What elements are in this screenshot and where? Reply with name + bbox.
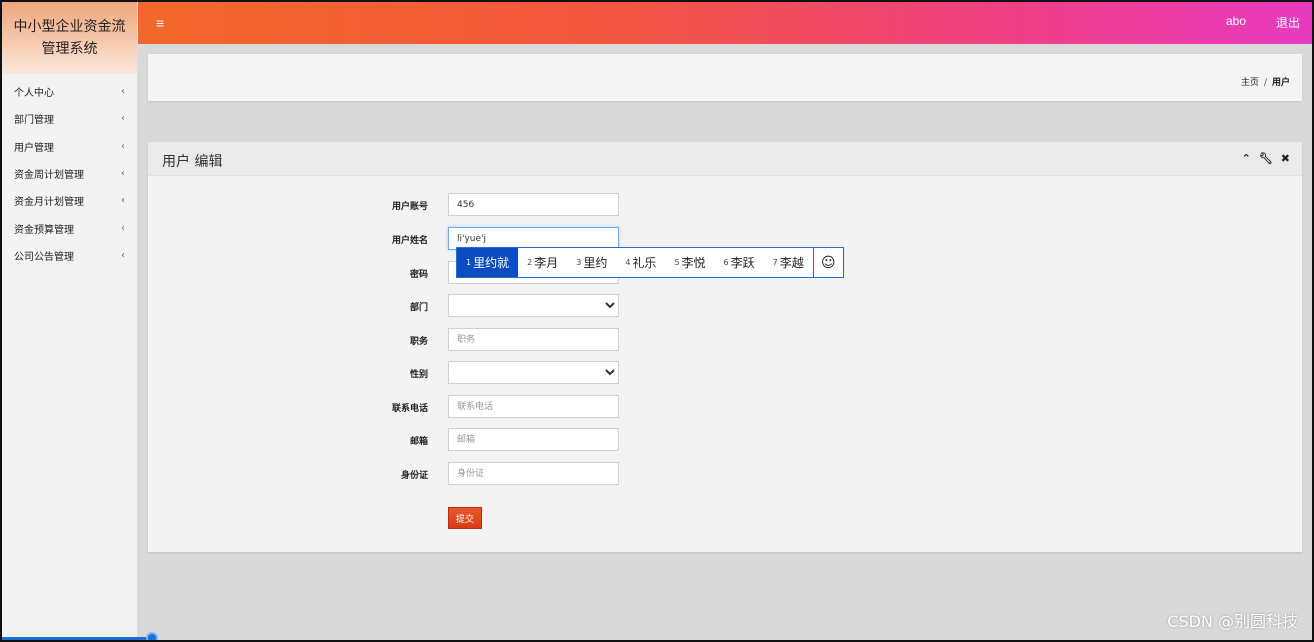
- sidebar-item-label: 资金预算管理: [14, 224, 74, 236]
- ime-candidate-text: 礼乐: [632, 256, 657, 270]
- chevron-left-icon: ‹: [121, 249, 125, 261]
- ime-candidate-text: 李跃: [730, 256, 755, 270]
- sidebar-item-label: 部门管理: [14, 115, 54, 127]
- password-label: 密码: [409, 270, 428, 280]
- brand-header: 中小型企业资金流管理系统: [2, 2, 137, 74]
- ime-candidate-number: 5: [674, 258, 680, 267]
- account-input[interactable]: [448, 193, 619, 216]
- ime-candidate-text: 李月: [534, 256, 559, 270]
- ime-candidate-bar: 1 里约就 2 李月 3 里约 4 礼乐 5 李悦 6 李跃 7 李越 ☺: [456, 247, 844, 278]
- ime-candidate[interactable]: 1 里约就: [457, 248, 519, 277]
- sidebar-item-monthly-plan[interactable]: 资金月计划管理 ‹: [2, 187, 137, 214]
- chevron-left-icon: ‹: [121, 86, 125, 98]
- top-navbar: ≡ abo 退出: [138, 2, 1312, 44]
- name-label: 用户姓名: [391, 236, 428, 246]
- ime-candidate[interactable]: 4 礼乐: [616, 248, 665, 277]
- sidebar-item-announcements[interactable]: 公司公告管理 ‹: [2, 242, 137, 269]
- form-row-department: 部门: [148, 294, 1302, 318]
- form-row-email: 邮箱: [148, 428, 1302, 452]
- sidebar-item-label: 公司公告管理: [14, 251, 74, 263]
- form-row-phone: 联系电话: [148, 395, 1302, 419]
- gender-select[interactable]: [448, 361, 619, 384]
- phone-label: 联系电话: [391, 404, 428, 414]
- email-input[interactable]: [448, 428, 619, 451]
- video-progress-handle[interactable]: [146, 632, 158, 640]
- id-card-label: 身份证: [400, 471, 428, 481]
- breadcrumb-current: 用户: [1271, 78, 1290, 88]
- ime-candidate[interactable]: 5 李悦: [665, 248, 714, 277]
- chevron-left-icon: ‹: [121, 140, 125, 152]
- form-row-id-card: 身份证: [148, 462, 1302, 486]
- sidebar-item-personal-center[interactable]: 个人中心 ‹: [2, 78, 137, 105]
- close-icon[interactable]: ✖: [1281, 152, 1290, 165]
- sidebar-item-label: 资金月计划管理: [14, 197, 84, 209]
- breadcrumb-separator: /: [1263, 78, 1267, 88]
- ime-candidate[interactable]: 3 里约: [567, 248, 616, 277]
- watermark: CSDN @别圆科技: [1167, 612, 1298, 631]
- breadcrumb: 主页 / 用户: [1241, 75, 1290, 88]
- ime-candidate-number: 4: [625, 258, 631, 267]
- id-card-input[interactable]: [448, 462, 619, 485]
- sidebar-item-label: 用户管理: [14, 142, 54, 154]
- edit-panel: 用户 编辑 ⌃ 🔧︎ ✖ 用户账号 用户姓名 密码 部门 职务: [148, 142, 1302, 552]
- account-label: 用户账号: [391, 202, 428, 212]
- sidebar-item-budget[interactable]: 资金预算管理 ‹: [2, 214, 137, 241]
- submit-button[interactable]: 提交: [448, 507, 482, 529]
- panel-title: 用户 编辑: [162, 154, 223, 170]
- collapse-icon[interactable]: ⌃: [1242, 152, 1251, 165]
- logout-link[interactable]: 退出: [1276, 14, 1300, 31]
- ime-candidate-text: 李越: [779, 256, 804, 270]
- form-row-account: 用户账号: [148, 193, 1302, 217]
- ime-candidate-number: 2: [527, 258, 533, 267]
- menu-toggle-icon[interactable]: ≡: [156, 15, 164, 31]
- gender-label: 性别: [409, 370, 428, 380]
- ime-candidate[interactable]: 2 李月: [518, 248, 567, 277]
- form-row-gender: 性别: [148, 361, 1302, 385]
- ime-candidate-number: 7: [772, 258, 778, 267]
- form-row-position: 职务: [148, 328, 1302, 352]
- phone-input[interactable]: [448, 395, 619, 418]
- current-user[interactable]: abo: [1226, 14, 1246, 28]
- ime-candidate[interactable]: 7 李越: [764, 248, 813, 277]
- wrench-icon[interactable]: 🔧︎: [1259, 152, 1273, 165]
- ime-candidate-number: 6: [723, 258, 729, 267]
- ime-candidate-number: 1: [466, 258, 472, 267]
- emoji-icon[interactable]: ☺: [812, 248, 843, 277]
- position-label: 职务: [409, 337, 428, 347]
- chevron-left-icon: ‹: [121, 195, 125, 207]
- ime-candidate-text: 里约: [583, 256, 608, 270]
- ime-candidate[interactable]: 6 李跃: [715, 248, 764, 277]
- chevron-left-icon: ‹: [121, 168, 125, 180]
- breadcrumb-panel: 主页 / 用户: [148, 54, 1302, 101]
- breadcrumb-home[interactable]: 主页: [1241, 78, 1259, 88]
- video-progress-bar[interactable]: [2, 637, 152, 640]
- position-input[interactable]: [448, 328, 619, 351]
- panel-tools: ⌃ 🔧︎ ✖: [1242, 152, 1290, 165]
- sidebar-item-weekly-plan[interactable]: 资金周计划管理 ‹: [2, 160, 137, 187]
- app-window: 中小型企业资金流管理系统 个人中心 ‹ 部门管理 ‹ 用户管理 ‹ 资金周计划管理 ‹ …: [2, 2, 1312, 640]
- panel-header: 用户 编辑 ⌃ 🔧︎ ✖: [148, 142, 1302, 176]
- department-select[interactable]: [448, 294, 619, 317]
- chevron-left-icon: ‹: [121, 222, 125, 234]
- email-label: 邮箱: [409, 437, 428, 447]
- chevron-left-icon: ‹: [121, 113, 125, 125]
- sidebar-item-label: 资金周计划管理: [14, 170, 84, 182]
- sidebar-menu: 个人中心 ‹ 部门管理 ‹ 用户管理 ‹ 资金周计划管理 ‹ 资金月计划管理 ‹ 资金预算…: [2, 78, 137, 269]
- ime-candidate-number: 3: [576, 258, 582, 267]
- sidebar-item-department[interactable]: 部门管理 ‹: [2, 105, 137, 132]
- ime-candidate-text: 里约就: [473, 256, 510, 270]
- sidebar-item-label: 个人中心: [14, 88, 54, 100]
- sidebar: 中小型企业资金流管理系统 个人中心 ‹ 部门管理 ‹ 用户管理 ‹ 资金周计划管理 ‹ …: [2, 2, 158, 640]
- sidebar-item-users[interactable]: 用户管理 ‹: [2, 133, 137, 160]
- ime-candidate-text: 李悦: [681, 256, 706, 270]
- app-title: 中小型企业资金流管理系统: [13, 19, 126, 57]
- department-label: 部门: [409, 303, 428, 313]
